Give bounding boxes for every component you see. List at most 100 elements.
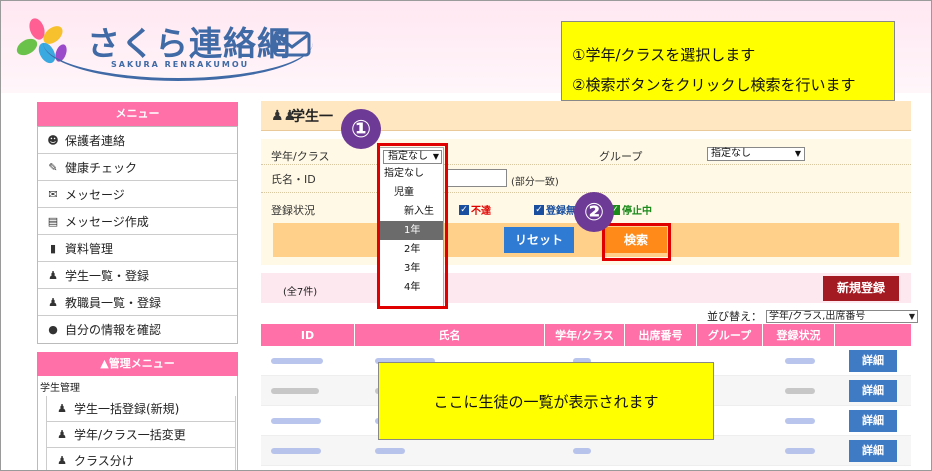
name-hint: (部分一致) — [511, 177, 559, 188]
step-marker-1: ① — [341, 109, 381, 149]
status-unsent-label: 不達 — [471, 206, 491, 217]
reset-button[interactable]: リセット — [504, 227, 574, 253]
admin-group-label: 学生管理 — [40, 383, 80, 394]
status-unsent-checkbox[interactable]: ✓ 不達 — [459, 202, 491, 217]
callout-top: ①学年/クラスを選択します ②検索ボタンをクリックし検索を行います — [561, 21, 895, 101]
book-icon: ▮ — [49, 241, 57, 255]
blurred-status — [785, 357, 815, 364]
sort-label: 並び替え： — [707, 310, 762, 323]
edit-icon: ▤ — [47, 214, 59, 228]
admin-menu-title[interactable]: ▲管理メニュー — [37, 352, 238, 376]
users-icon: ♟ — [57, 454, 67, 467]
col-grade[interactable]: 学年/クラス — [545, 324, 625, 346]
blurred-id — [271, 387, 319, 394]
blurred-grade — [573, 447, 591, 454]
sidebar-item-label: 学生一覧・登録 — [65, 268, 150, 283]
col-id[interactable]: ID — [261, 324, 355, 346]
highlight-grade-dropdown — [377, 143, 448, 309]
users-icon: ♟ — [57, 402, 67, 415]
admin-item-label: クラス分け — [74, 454, 134, 468]
status-unregistered-checkbox[interactable]: ✓ 登録無 — [534, 202, 576, 217]
callout-bottom: ここに生徒の一覧が表示されます — [378, 362, 714, 440]
form-row-name: 氏名・ID (部分一致) — [261, 165, 911, 193]
sidebar-menu: ☻ 保護者連絡 ✎ 健康チェック ✉ メッセージ ▤ メッセージ作成 ▮ 資料管理 ♟ 学生… — [37, 126, 238, 344]
admin-item-bulk-register[interactable]: ♟ 学生一括登録(新規) — [46, 396, 236, 422]
col-action — [835, 324, 911, 346]
sidebar-item-message[interactable]: ✉ メッセージ — [38, 181, 237, 208]
sidebar-item-message-create[interactable]: ▤ メッセージ作成 — [38, 208, 237, 235]
status-unregistered-label: 登録無 — [546, 206, 576, 217]
group-select[interactable]: 指定なし ▼ — [707, 147, 805, 161]
sidebar-item-students[interactable]: ♟ 学生一覧・登録 — [38, 262, 237, 289]
blurred-id — [271, 417, 321, 424]
col-name[interactable]: 氏名 — [355, 324, 545, 346]
site-header: さくら連絡網 SAKURA RENRAKUMOU ①学年/クラスを選択します ②… — [1, 1, 931, 101]
blurred-status — [785, 447, 815, 454]
users-icon: ♟♟ — [271, 107, 297, 124]
callout-top-line2: ②検索ボタンをクリックし検索を行います — [572, 76, 856, 94]
group-label: グループ — [599, 150, 643, 163]
new-register-button[interactable]: 新規登録 — [823, 276, 899, 301]
sort-control: 並び替え： 学年/クラス,出席番号 ▼ — [707, 308, 918, 324]
sidebar-item-staff[interactable]: ♟ 教職員一覧・登録 — [38, 289, 237, 316]
step-marker-2: ② — [574, 192, 614, 232]
blurred-id — [271, 357, 323, 364]
blurred-status — [785, 387, 815, 394]
chat-icon: ● — [48, 323, 58, 336]
name-label: 氏名・ID — [271, 173, 316, 186]
col-seat[interactable]: 出席番号 — [625, 324, 697, 346]
page: さくら連絡網 SAKURA RENRAKUMOU ①学年/クラスを選択します ②… — [0, 0, 932, 471]
checkbox-icon: ✓ — [459, 204, 469, 215]
detail-button[interactable]: 詳細 — [849, 379, 897, 402]
result-count-row: (全7件) — [261, 273, 911, 303]
sidebar-item-documents[interactable]: ▮ 資料管理 — [38, 235, 237, 262]
sidebar-item-health-check[interactable]: ✎ 健康チェック — [38, 154, 237, 181]
checkbox-icon: ✓ — [534, 204, 544, 215]
name-input[interactable] — [447, 169, 507, 187]
group-select-value: 指定なし — [711, 148, 751, 159]
sidebar-item-label: 資料管理 — [65, 241, 114, 256]
admin-item-bulk-change[interactable]: ♟ 学年/クラス一括変更 — [46, 422, 236, 448]
detail-button[interactable]: 詳細 — [849, 409, 897, 432]
sidebar-menu-title: メニュー — [37, 102, 238, 126]
admin-item-label: 学生一括登録(新規) — [74, 402, 180, 416]
users-icon: ♟ — [48, 295, 58, 309]
sidebar-item-label: 教職員一覧・登録 — [65, 295, 162, 310]
pen-icon: ✎ — [48, 160, 58, 174]
sidebar-item-guardian-contact[interactable]: ☻ 保護者連絡 — [38, 127, 237, 154]
blurred-status — [785, 417, 815, 424]
status-stopped-checkbox[interactable]: ✓ 停止中 — [610, 202, 652, 217]
col-group[interactable]: グループ — [697, 324, 763, 346]
users-icon: ♟ — [48, 268, 58, 282]
admin-item-label: 学年/クラス一括変更 — [74, 428, 186, 442]
users-icon: ♟ — [57, 428, 67, 441]
grade-label: 学年/クラス — [271, 150, 330, 163]
chevron-down-icon: ▼ — [794, 149, 801, 158]
person-icon: ☻ — [47, 133, 59, 147]
status-label: 登録状況 — [271, 204, 315, 217]
detail-button[interactable]: 詳細 — [849, 349, 897, 372]
page-title: 学生一 — [291, 108, 333, 125]
logo[interactable]: さくら連絡網 SAKURA RENRAKUMOU — [15, 9, 315, 81]
result-count: (全7件) — [283, 287, 318, 298]
sidebar-item-my-info[interactable]: ● 自分の情報を確認 — [38, 316, 237, 343]
sort-select-value: 学年/クラス,出席番号 — [769, 310, 866, 322]
table-row: 詳細 — [261, 436, 911, 466]
highlight-search-button — [602, 223, 671, 261]
sidebar-item-label: 保護者連絡 — [65, 133, 126, 148]
status-stopped-label: 停止中 — [622, 206, 652, 217]
logo-subtitle: SAKURA RENRAKUMOU — [111, 60, 250, 69]
table-header: ID 氏名 学年/クラス 出席番号 グループ 登録状況 — [261, 324, 911, 346]
envelope-icon — [273, 31, 311, 57]
callout-top-line1: ①学年/クラスを選択します — [572, 46, 756, 64]
chevron-down-icon: ▼ — [908, 311, 915, 321]
col-status[interactable]: 登録状況 — [763, 324, 835, 346]
detail-button[interactable]: 詳細 — [849, 439, 897, 462]
mail-icon: ✉ — [48, 187, 58, 201]
sidebar-item-label: 自分の情報を確認 — [65, 323, 162, 337]
sort-select[interactable]: 学年/クラス,出席番号 ▼ — [766, 309, 918, 323]
admin-item-class-split[interactable]: ♟ クラス分け — [46, 448, 236, 470]
sidebar-item-label: メッセージ作成 — [65, 214, 149, 229]
sidebar-item-label: 健康チェック — [65, 160, 138, 175]
blurred-id — [271, 447, 321, 454]
